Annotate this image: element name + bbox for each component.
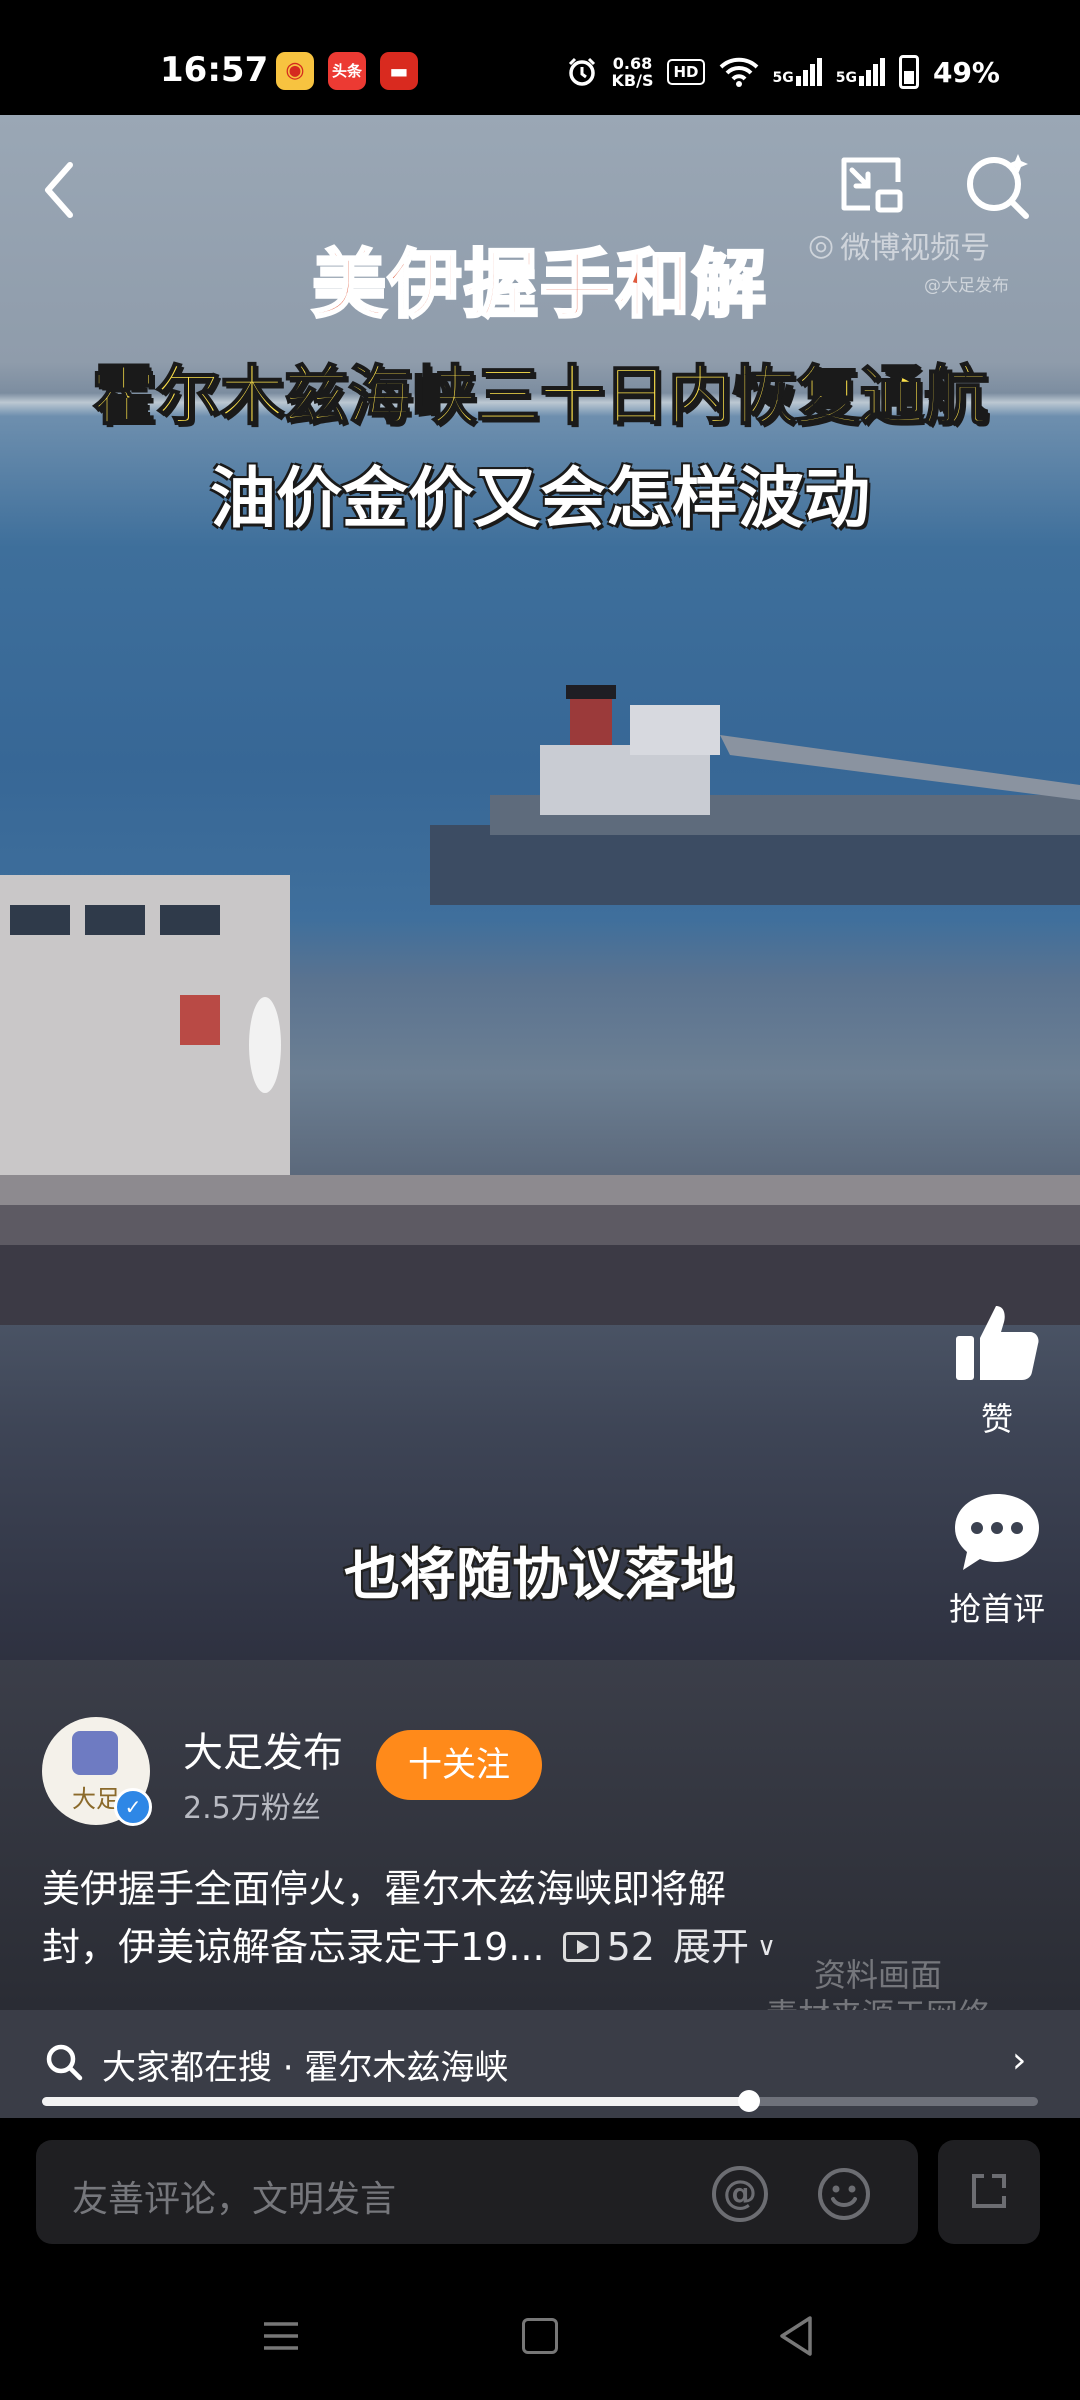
avatar-logo-icon (72, 1731, 118, 1775)
expand-comments-button[interactable] (938, 2140, 1040, 2244)
alarm-icon (568, 57, 595, 86)
battery-level: 49% (932, 55, 1000, 89)
chevron-right-icon: › (1012, 2040, 1027, 2081)
headline-question: 油价金价又会怎样波动 (210, 460, 870, 537)
comment-button[interactable]: 抢首评 (922, 1490, 1072, 1630)
picture-in-picture-icon[interactable] (836, 152, 906, 222)
status-time: 16:57 (160, 50, 269, 90)
thumbs-up-icon (956, 1306, 1039, 1380)
signal-icon: 5G (773, 58, 822, 86)
comment-label: 抢首评 (948, 1590, 1045, 1628)
net-speed: 0.68 KB/S (611, 54, 654, 90)
mention-icon[interactable]: @ (712, 2166, 768, 2222)
tanker-ship-image (430, 685, 1080, 905)
expand-button[interactable]: 展开 ∨ (673, 1918, 776, 1976)
weibo-icon: ◉ (276, 52, 314, 90)
news-icon: ▬ (380, 52, 418, 90)
battery-icon (898, 55, 919, 89)
wifi-icon (719, 57, 758, 87)
weibo-logo-icon: ◎ (808, 227, 835, 263)
signal-icon: 5G (836, 58, 885, 86)
toutiao-icon: 头条 (328, 52, 366, 90)
like-button[interactable]: 赞 (922, 1300, 1072, 1440)
trending-search-text: 大家都在搜 · 霍尔木兹海峡 (102, 2048, 509, 2088)
status-indicators: 0.68 KB/S HD 5G 5G 49% (566, 50, 1000, 94)
comment-placeholder: 友善评论，文明发言 (72, 2179, 397, 2220)
recent-apps-icon[interactable] (262, 2318, 300, 2354)
status-bar: 16:57 ◉ 头条 ▬ 0.68 KB/S HD 5G 5G 49% (0, 0, 1080, 115)
back-arrow-icon[interactable] (36, 155, 86, 225)
comment-bubble-icon (955, 1494, 1039, 1570)
video-progress-bar[interactable] (42, 2090, 1038, 2112)
progress-thumb[interactable] (738, 2090, 761, 2112)
tanker-deck-image (0, 875, 1080, 1325)
play-count: 52 (562, 1918, 655, 1976)
author-name[interactable]: 大足发布 (183, 1720, 343, 1778)
like-label: 赞 (980, 1400, 1013, 1438)
weibo-video-watermark: ◎ 微博视频号 @大足发布 (808, 227, 1009, 297)
search-icon (46, 2044, 83, 2081)
expand-icon (972, 2174, 1006, 2208)
search-sparkle-icon[interactable] (962, 150, 1034, 222)
description-line: 封，伊美谅解备忘录定于19... (42, 1925, 545, 1969)
video-player[interactable]: 美伊握手和解 霍尔木兹海峡三十日内恢复通航 油价金价又会怎样波动 ◎ 微博视频号 … (0, 115, 1080, 1660)
description-line: 美伊握手全面停火，霍尔木兹海峡即将解 (42, 1867, 727, 1911)
verified-badge-icon: ✓ (114, 1788, 152, 1826)
system-back-icon[interactable] (776, 2314, 816, 2358)
hd-icon: HD (667, 59, 705, 85)
progress-fill (42, 2097, 750, 2106)
headline-subtitle: 霍尔木兹海峡三十日内恢复通航 (91, 359, 989, 435)
play-count-icon (562, 1932, 599, 1962)
video-caption: 也将随协议落地 (344, 1543, 736, 1608)
system-navigation-bar (0, 2290, 1080, 2400)
comment-input[interactable]: 友善评论，文明发言 (36, 2140, 918, 2244)
emoji-icon[interactable] (816, 2166, 872, 2222)
fans-count: 2.5万粉丝 (183, 1791, 321, 1826)
home-icon[interactable] (522, 2318, 558, 2354)
post-description[interactable]: 美伊握手全面停火，霍尔木兹海峡即将解 封，伊美谅解备忘录定于19... 52 展… (42, 1860, 842, 1976)
follow-button[interactable]: 十关注 (376, 1730, 542, 1800)
